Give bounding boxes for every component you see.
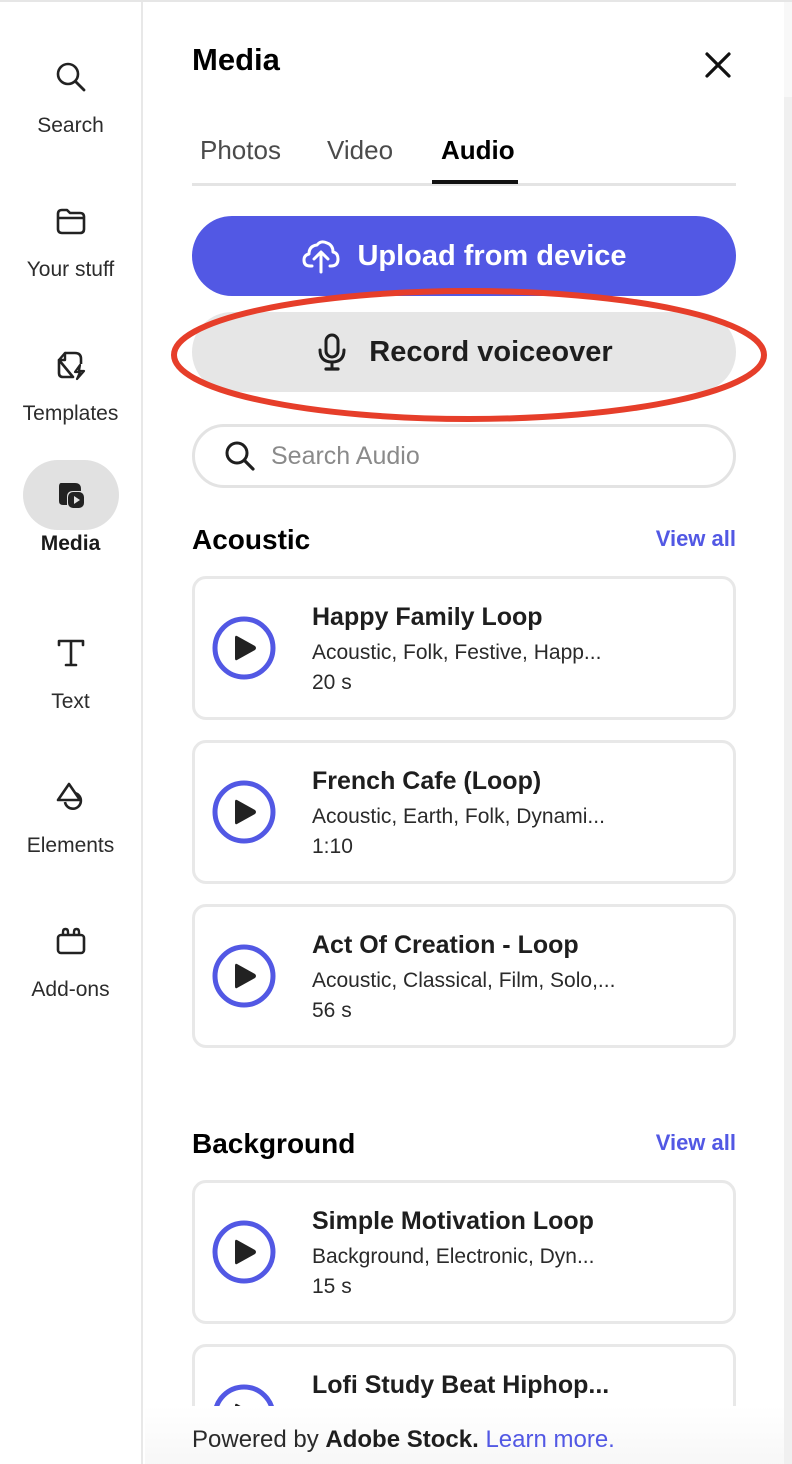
scrollbar-thumb[interactable] [784, 2, 792, 97]
search-audio-input[interactable] [271, 441, 711, 471]
panel-title: Media [192, 42, 280, 77]
track-name: Lofi Study Beat Hiphop... [312, 1371, 610, 1399]
search-audio-field[interactable] [192, 424, 736, 488]
track-name: Act Of Creation - Loop [312, 931, 579, 959]
track-item[interactable]: Act Of Creation - Loop Acoustic, Classic… [192, 904, 736, 1048]
sidebar-item-label: Templates [22, 402, 119, 425]
tab-photos[interactable]: Photos [200, 135, 281, 180]
track-duration: 1:10 [312, 835, 353, 858]
play-icon[interactable] [211, 1219, 277, 1285]
sidebar-item-your-stuff[interactable]: Your stuff [0, 186, 141, 306]
view-all-acoustic-link[interactable]: View all [656, 526, 736, 552]
sidebar-item-elements[interactable]: Elements [0, 762, 141, 882]
play-icon[interactable] [211, 943, 277, 1009]
track-tags: Acoustic, Folk, Festive, Happ... [312, 641, 602, 664]
tab-audio[interactable]: Audio [441, 135, 515, 180]
track-name: Happy Family Loop [312, 603, 543, 631]
learn-more-link[interactable]: Learn more. [485, 1426, 614, 1453]
close-button[interactable] [701, 48, 735, 82]
sidebar-item-label: Your stuff [26, 258, 115, 281]
footer: Powered by Adobe Stock. Learn more. [145, 1406, 784, 1464]
footer-prefix: Powered by [192, 1426, 326, 1453]
track-name: Simple Motivation Loop [312, 1207, 594, 1235]
play-icon[interactable] [211, 615, 277, 681]
cloud-upload-icon [302, 240, 340, 274]
sidebar-item-search[interactable]: Search [0, 42, 141, 162]
section-title: Acoustic [192, 524, 311, 555]
sidebar-item-add-ons[interactable]: Add-ons [0, 906, 141, 1026]
upload-label: Upload from device [357, 239, 627, 272]
upload-from-device-button[interactable]: Upload from device [192, 216, 736, 296]
play-icon[interactable] [211, 779, 277, 845]
track-tags: Acoustic, Earth, Folk, Dynami... [312, 805, 605, 828]
sidebar-item-label: Text [51, 690, 90, 713]
sidebar-item-label: Elements [26, 834, 115, 857]
footer-text: Powered by Adobe Stock. Learn more. [192, 1426, 615, 1454]
active-tab-indicator [432, 180, 518, 184]
tab-video[interactable]: Video [327, 135, 393, 180]
sidebar-item-label: Search [37, 114, 104, 137]
shapes-icon [56, 782, 82, 811]
add-ons-icon [56, 927, 85, 955]
track-tags: Acoustic, Classical, Film, Solo,... [312, 969, 616, 992]
templates-icon [57, 351, 85, 381]
track-item[interactable]: Simple Motivation Loop Background, Elect… [192, 1180, 736, 1324]
sidebar-item-text[interactable]: Text [0, 618, 141, 738]
sidebar-item-templates[interactable]: Templates [0, 330, 141, 450]
track-name: French Cafe (Loop) [312, 767, 542, 795]
close-icon [705, 52, 731, 78]
section-header-acoustic: Acoustic View all [192, 524, 736, 564]
folder-icon [56, 208, 85, 235]
track-tags: Background, Electronic, Dyn... [312, 1245, 595, 1268]
sidebar-item-label: Media [40, 532, 101, 555]
scrollbar[interactable] [784, 2, 792, 1464]
media-panel: Media Photos Video Audio Upload from dev… [145, 2, 784, 1464]
search-icon [225, 441, 255, 471]
track-item[interactable]: French Cafe (Loop) Acoustic, Earth, Folk… [192, 740, 736, 884]
sidebar-item-label: Add-ons [31, 978, 110, 1001]
record-voiceover-button[interactable]: Record voiceover [192, 312, 736, 392]
sidebar-item-media[interactable]: Media [0, 460, 141, 580]
section-header-background: Background View all [192, 1128, 736, 1168]
view-all-background-link[interactable]: View all [656, 1130, 736, 1156]
track-duration: 20 s [312, 671, 352, 694]
record-label: Record voiceover [369, 335, 613, 368]
track-duration: 56 s [312, 999, 352, 1022]
track-duration: 15 s [312, 1275, 352, 1298]
media-icon [58, 483, 84, 508]
footer-brand: Adobe Stock. [325, 1426, 479, 1453]
track-item[interactable]: Happy Family Loop Acoustic, Folk, Festiv… [192, 576, 736, 720]
text-icon [57, 639, 84, 667]
left-rail: Search Your stuff Templates Media Text E… [0, 2, 143, 1464]
search-icon [56, 62, 85, 92]
microphone-icon [318, 333, 346, 371]
media-tabs: Photos Video Audio [192, 130, 736, 186]
section-title: Background [192, 1128, 356, 1159]
